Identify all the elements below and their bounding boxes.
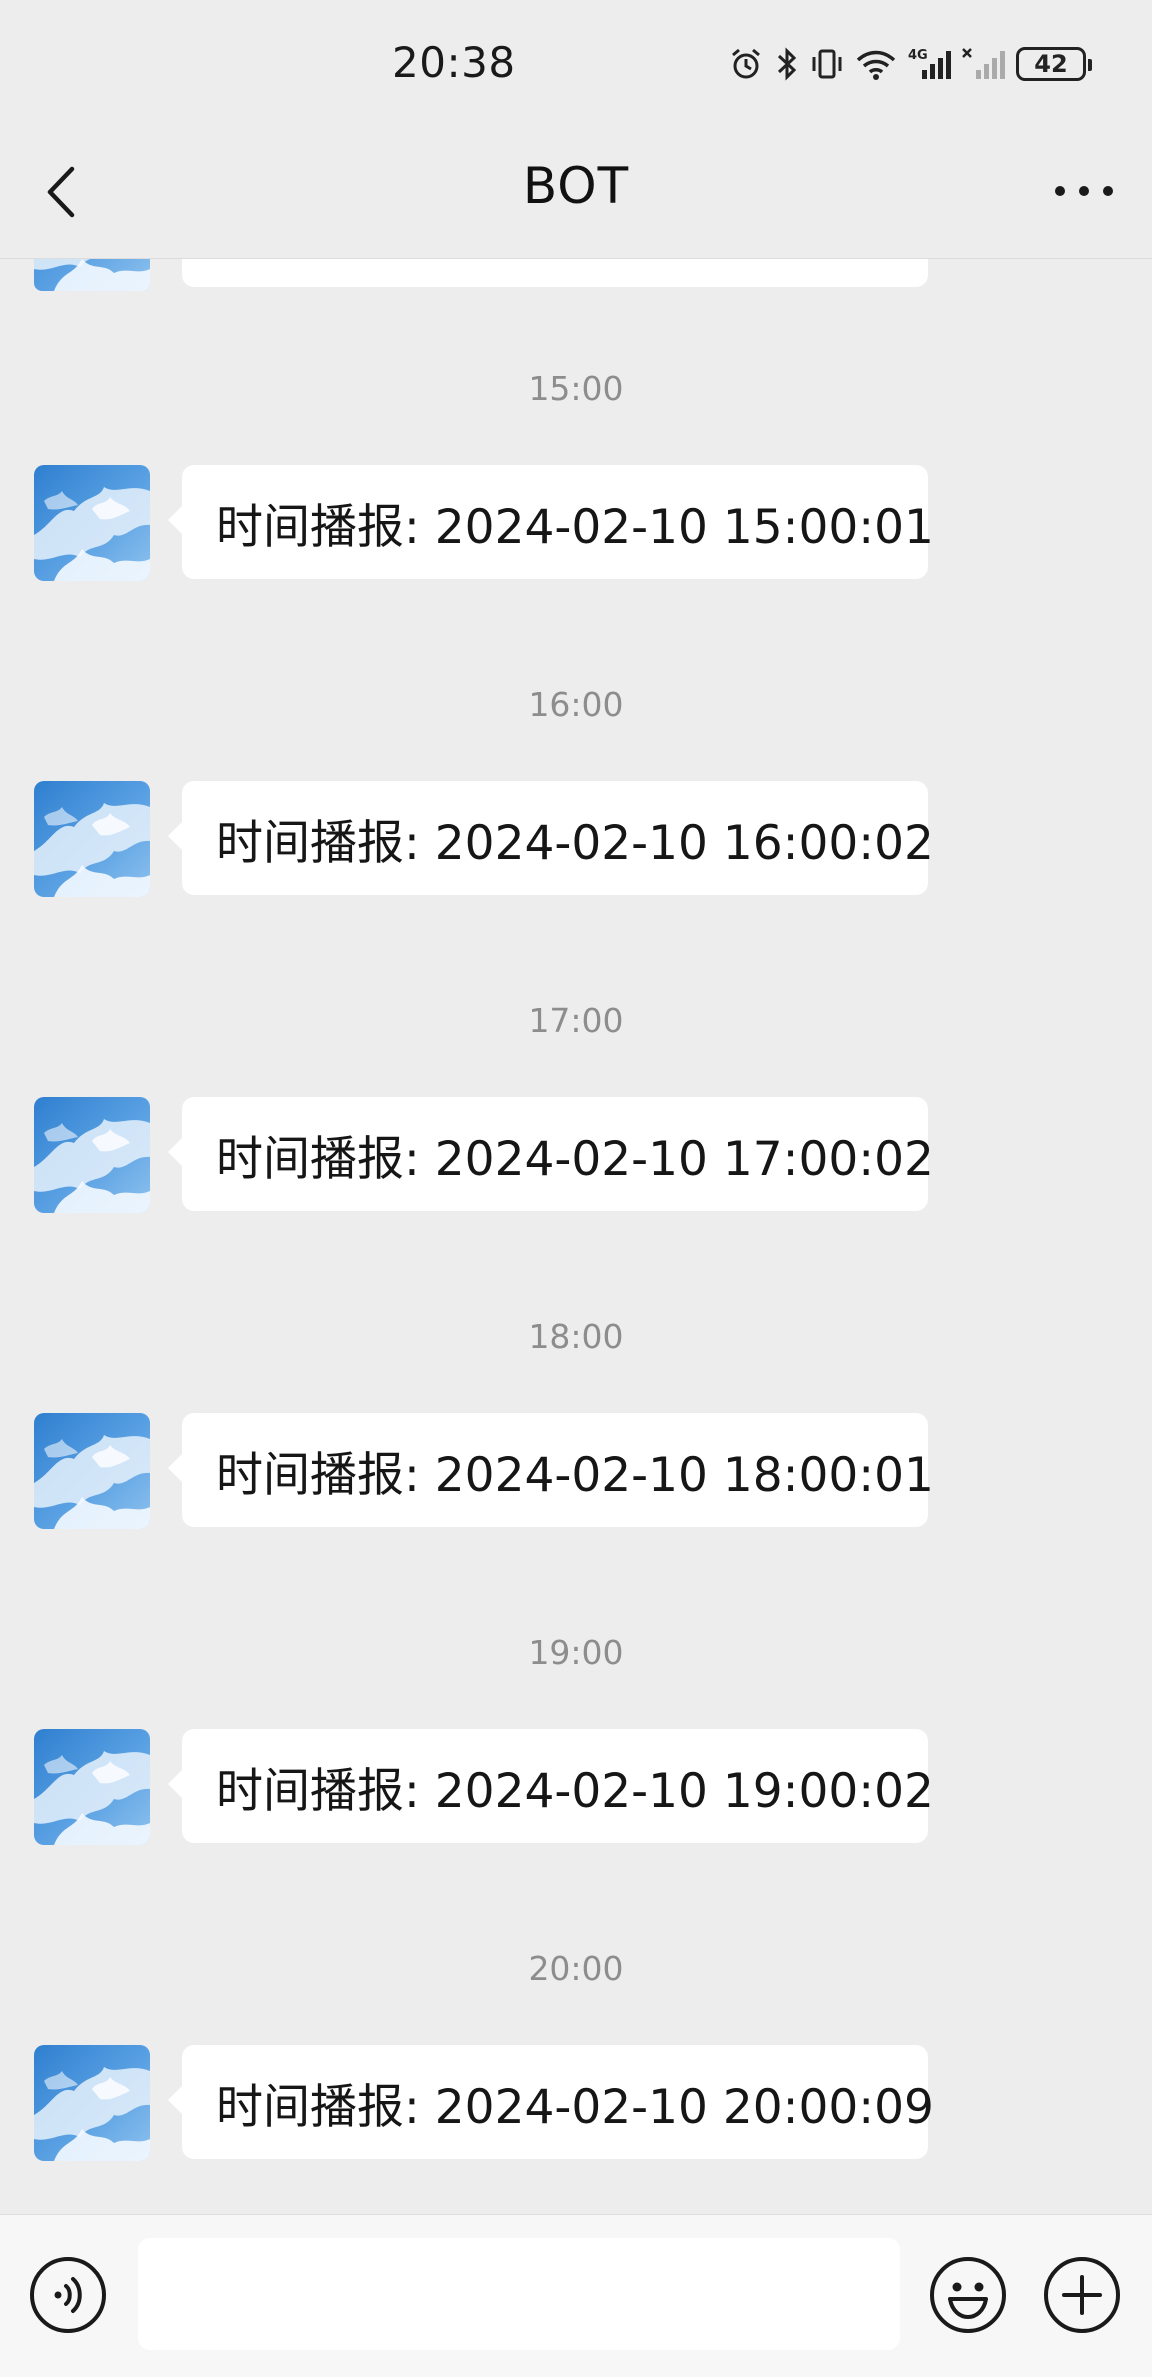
chat-header: BOT xyxy=(0,135,1152,259)
voice-input-icon xyxy=(30,2257,106,2333)
svg-text:4G: 4G xyxy=(908,48,928,63)
avatar[interactable] xyxy=(34,2045,150,2161)
message-group: 18:00 时间播报: 2024-02-10 18:00:01 xyxy=(0,1317,1152,1633)
voice-button[interactable] xyxy=(28,2255,108,2335)
avatar[interactable] xyxy=(34,1729,150,1845)
message-bubble[interactable]: 时间播报: 2024-02-10 20:00:09 xyxy=(168,2045,934,2159)
alarm-icon xyxy=(728,46,764,82)
message-bubble[interactable]: 时间播报: 2024-02-10 15:00:01 xyxy=(168,465,934,579)
battery-icon: 42 xyxy=(1016,47,1092,81)
input-bar xyxy=(0,2214,1152,2377)
message-input[interactable] xyxy=(138,2238,900,2350)
message-timestamp: 20:00 xyxy=(528,1949,624,1988)
message-group: 17:00 时间播报: 2024-02-10 17:00:02 xyxy=(0,1001,1152,1317)
status-icons: 4G 42 xyxy=(728,44,1092,84)
battery-level: 42 xyxy=(1034,50,1068,78)
more-dots-icon xyxy=(1055,186,1113,196)
emoji-button[interactable] xyxy=(928,2255,1008,2335)
avatar[interactable] xyxy=(34,259,150,291)
status-bar: 20:38 4G 42 xyxy=(0,0,1152,135)
message-bubble[interactable]: 时间播报: 2024-02-10 18:00:01 xyxy=(168,1413,934,1527)
message-timestamp: 15:00 xyxy=(528,369,624,408)
message-group: 15:00 时间播报: 2024-02-10 15:00:01 xyxy=(0,369,1152,685)
message-group: 20:00 时间播报: 2024-02-10 20:00:09 xyxy=(0,1949,1152,2214)
message-bubble[interactable] xyxy=(182,259,928,287)
more-button[interactable] xyxy=(1040,161,1128,221)
status-time: 20:38 xyxy=(392,38,516,87)
avatar[interactable] xyxy=(34,1097,150,1213)
plus-icon xyxy=(1044,2257,1120,2333)
emoji-icon xyxy=(930,2257,1006,2333)
message-group: 19:00 时间播报: 2024-02-10 19:00:02 xyxy=(0,1633,1152,1949)
chat-title: BOT xyxy=(522,157,630,215)
avatar[interactable] xyxy=(34,781,150,897)
message-bubble[interactable]: 时间播报: 2024-02-10 17:00:02 xyxy=(168,1097,934,1211)
message-group: 16:00 时间播报: 2024-02-10 16:00:02 xyxy=(0,685,1152,1001)
avatar[interactable] xyxy=(34,1413,150,1529)
message-timestamp: 16:00 xyxy=(528,685,624,724)
avatar[interactable] xyxy=(34,465,150,581)
message-bubble[interactable]: 时间播报: 2024-02-10 16:00:02 xyxy=(168,781,934,895)
signal-no-service-icon xyxy=(962,46,1006,82)
more-functions-button[interactable] xyxy=(1042,2255,1122,2335)
wifi-icon xyxy=(854,46,898,82)
message-timestamp: 18:00 xyxy=(528,1317,624,1356)
vibrate-icon xyxy=(810,46,844,82)
message-list[interactable]: 15:00 时间播报: 2024-02-10 15:00:01 16:00 时间… xyxy=(0,259,1152,2214)
bluetooth-icon xyxy=(774,46,800,82)
message-bubble[interactable]: 时间播报: 2024-02-10 19:00:02 xyxy=(168,1729,934,1843)
message-timestamp: 19:00 xyxy=(528,1633,624,1672)
message-timestamp: 17:00 xyxy=(528,1001,624,1040)
signal-4g-icon: 4G xyxy=(908,46,952,82)
